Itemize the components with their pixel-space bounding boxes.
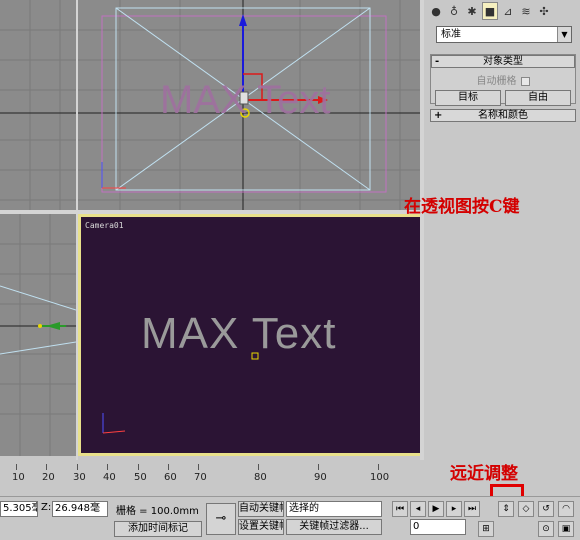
left-viewport[interactable] xyxy=(0,214,76,456)
set-key-button[interactable]: 设置关键帧 xyxy=(238,519,284,535)
coord-y-field[interactable]: 5.305毫 xyxy=(0,501,38,517)
spacewarp-icon[interactable]: ≋ xyxy=(518,2,534,20)
sphere-icon[interactable]: ● xyxy=(428,2,444,20)
create-category-tabs: ● ♁ ✱ ■ ⊿ ≋ ✣ xyxy=(428,2,578,22)
status-bar: 5.305毫 Z: 26.948毫 栅格 = 100.0mm 添加时间标记 ⊸ … xyxy=(0,496,580,540)
timeline-tick-label: 100 xyxy=(370,472,390,483)
camera-type-value: 标准 xyxy=(441,29,461,40)
helpers-icon[interactable]: ⊿ xyxy=(500,2,516,20)
shapes-icon[interactable]: ♁ xyxy=(446,2,462,20)
camera-icon[interactable]: ■ xyxy=(482,2,498,20)
timeline-tick-label: 10 xyxy=(12,472,25,483)
next-frame-icon[interactable]: ▸ xyxy=(446,501,462,517)
key-filters-button[interactable]: 关键帧过滤器... xyxy=(286,519,382,535)
timeline-tick-label: 20 xyxy=(42,472,55,483)
viewport-divider-vertical[interactable] xyxy=(76,0,78,460)
target-camera-button[interactable]: 目标 xyxy=(435,90,501,106)
coord-z-label: Z: xyxy=(41,502,52,513)
timeline-tick-label: 40 xyxy=(103,472,116,483)
timeline-tick-label: 70 xyxy=(194,472,207,483)
dolly-camera-icon[interactable]: ⇕ xyxy=(498,501,514,517)
selection-dropdown[interactable]: 选择的 xyxy=(286,501,382,517)
top-viewport[interactable]: MAX Text xyxy=(0,0,420,210)
timeline-ruler[interactable]: 10 20 30 40 50 60 70 80 90 100 xyxy=(0,460,424,488)
object-type-title: 对象类型 xyxy=(483,56,523,67)
left-viewport-grid xyxy=(0,214,76,456)
roll-camera-icon[interactable]: ↺ xyxy=(538,501,554,517)
name-color-title: 名称和颜色 xyxy=(478,110,528,121)
command-panel: ● ♁ ✱ ■ ⊿ ≋ ✣ 标准 ▼ - 对象类型 自动栅格 目标 自由 + 名… xyxy=(424,0,580,460)
field-of-view-icon[interactable]: ◠ xyxy=(558,501,574,517)
auto-key-button[interactable]: 自动关键帧 xyxy=(238,501,284,517)
camera-viewport-gizmos xyxy=(102,352,259,434)
key-icon[interactable]: ⊸ xyxy=(206,503,236,535)
maximize-viewport-icon[interactable]: ▣ xyxy=(558,521,574,537)
camera-viewport[interactable]: Camera01 MAX Text xyxy=(78,214,424,456)
current-frame-field[interactable]: 0 xyxy=(410,519,466,535)
top-viewport-text-object[interactable]: MAX Text xyxy=(160,78,330,123)
perspective-icon[interactable]: ◇ xyxy=(518,501,534,517)
systems-icon[interactable]: ✣ xyxy=(536,2,552,20)
autogrid-label: 自动栅格 xyxy=(476,76,517,87)
chevron-down-icon: ▼ xyxy=(557,27,571,42)
add-time-tag-button[interactable]: 添加时间标记 xyxy=(114,521,202,537)
timeline-tick-label: 30 xyxy=(73,472,86,483)
expand-icon: + xyxy=(434,110,443,121)
object-type-buttons: 目标 自由 xyxy=(431,87,575,109)
viewport-divider-horizontal[interactable] xyxy=(0,210,424,214)
timeline-tick-label: 50 xyxy=(134,472,147,483)
name-color-header[interactable]: + 名称和颜色 xyxy=(430,109,576,122)
object-type-rollout: - 对象类型 自动栅格 目标 自由 xyxy=(430,54,576,106)
play-icon[interactable]: ▶ xyxy=(428,501,444,517)
collapse-icon: - xyxy=(435,56,440,67)
name-color-rollout: + 名称和颜色 xyxy=(430,109,576,123)
light-icon[interactable]: ✱ xyxy=(464,2,480,20)
timeline-tick-label: 90 xyxy=(314,472,327,483)
zoom-extents-icon[interactable]: ⊞ xyxy=(478,521,494,537)
timeline-tick-label: 60 xyxy=(164,472,177,483)
prev-frame-icon[interactable]: ◂ xyxy=(410,501,426,517)
autogrid-row: 自动栅格 xyxy=(431,72,575,87)
go-to-start-icon[interactable]: ⏮ xyxy=(392,501,408,517)
annotation-distance-adjust: 远近调整 xyxy=(450,464,518,484)
orbit-camera-icon[interactable]: ⊙ xyxy=(538,521,554,537)
timeline-tick-label: 80 xyxy=(254,472,267,483)
coord-z-field[interactable]: 26.948毫 xyxy=(52,501,108,517)
go-to-end-icon[interactable]: ⏭ xyxy=(464,501,480,517)
annotation-press-c: 在透视图按C键 xyxy=(404,197,520,217)
autogrid-checkbox[interactable] xyxy=(520,76,530,86)
camera-type-dropdown[interactable]: 标准 ▼ xyxy=(436,26,572,43)
grid-size: 栅格 = 100.0mm xyxy=(116,506,199,517)
object-type-header[interactable]: - 对象类型 xyxy=(431,55,575,68)
free-camera-button[interactable]: 自由 xyxy=(505,90,571,106)
